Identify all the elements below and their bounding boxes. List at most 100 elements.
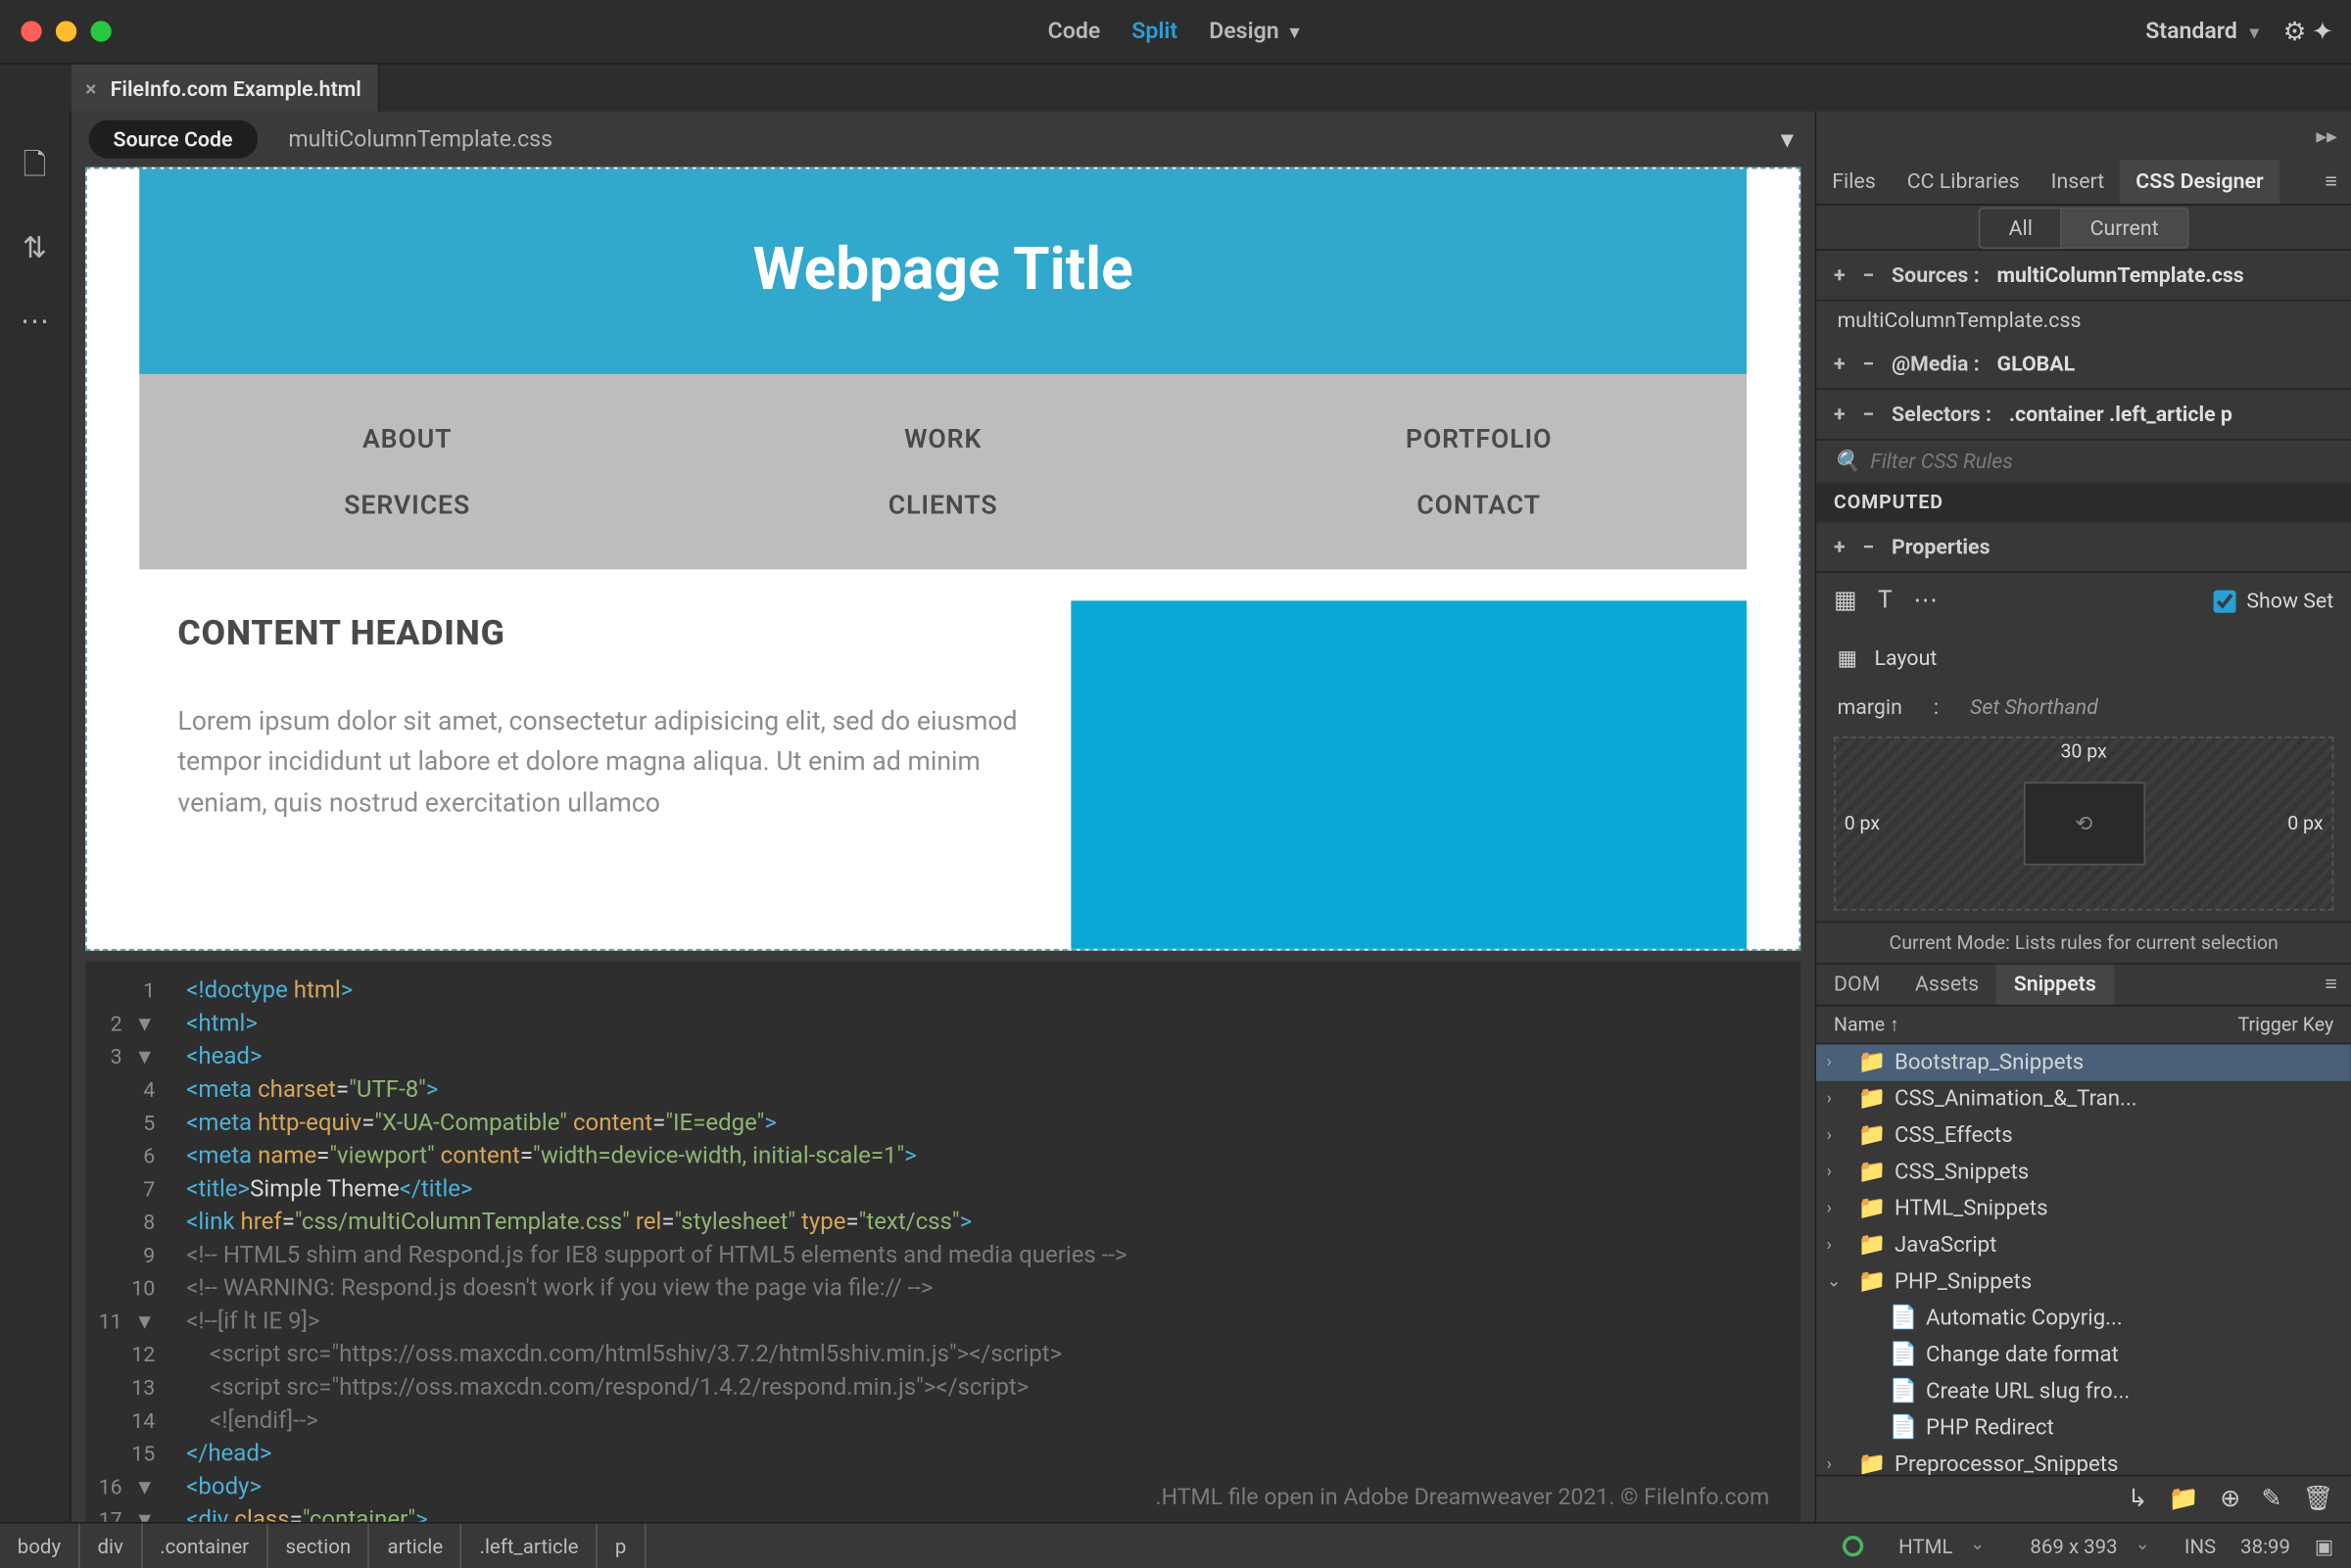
minus-icon[interactable]: − xyxy=(1862,262,1874,287)
zoom-window-icon[interactable] xyxy=(90,21,111,41)
workspace-dropdown[interactable]: Standard ▾ xyxy=(2145,19,2259,45)
layout-icon: ▦ xyxy=(1838,646,1857,671)
link-icon[interactable]: ⟲ xyxy=(2075,811,2092,835)
titlebar: Code Split Design▼ Standard ▾ ⚙✦ xyxy=(0,0,2351,63)
tab-files[interactable]: Files xyxy=(1816,161,1892,204)
search-icon: 🔍 xyxy=(1834,450,1860,474)
text-cat-icon[interactable]: T xyxy=(1878,587,1893,614)
nav-work[interactable]: WORK xyxy=(675,423,1211,454)
panel-tabs: Files CC Libraries Insert CSS Designer ≡ xyxy=(1816,161,2351,206)
snippet-item[interactable]: ›📁JavaScript xyxy=(1816,1227,2351,1263)
tab-css-designer[interactable]: CSS Designer xyxy=(2120,161,2279,204)
subtab-all[interactable]: All xyxy=(1979,207,2062,249)
tab-dom[interactable]: DOM xyxy=(1816,965,1897,1005)
preview-icon[interactable]: ▣ xyxy=(2315,1533,2333,1557)
live-preview[interactable]: Webpage Title ABOUT WORK PORTFOLIO SERVI… xyxy=(85,167,1800,951)
layout-cat-icon[interactable]: ▦ xyxy=(1834,587,1857,614)
edit-snippet-icon[interactable]: ✎ xyxy=(2261,1485,2281,1512)
source-code-pill[interactable]: Source Code xyxy=(89,120,258,159)
snippet-columns: Name ↑ Trigger Key xyxy=(1816,1007,2351,1045)
view-mode-switcher: Code Split Design▼ xyxy=(1048,19,1304,45)
show-set-toggle[interactable]: Show Set xyxy=(2214,589,2334,613)
snippet-item[interactable]: 📄Automatic Copyrig... xyxy=(1816,1301,2351,1337)
snippet-item[interactable]: ⌄📁PHP_Snippets xyxy=(1816,1264,2351,1301)
nav-clients[interactable]: CLIENTS xyxy=(675,490,1211,521)
more-cat-icon[interactable]: ⋯ xyxy=(1913,587,1938,614)
subtab-current[interactable]: Current xyxy=(2062,207,2188,249)
tab-assets[interactable]: Assets xyxy=(1897,965,1996,1005)
nav-contact[interactable]: CONTACT xyxy=(1211,490,1747,521)
close-tab-icon[interactable]: × xyxy=(85,75,96,100)
document-tabs: × FileInfo.com Example.html xyxy=(0,63,2351,112)
panel-menu-icon[interactable]: ≡ xyxy=(2308,965,2351,1005)
crumb[interactable]: div xyxy=(80,1523,143,1568)
lang-select[interactable]: HTML ⌄ xyxy=(1888,1533,1994,1557)
crumb[interactable]: article xyxy=(370,1523,462,1568)
filter-icon[interactable]: ▾ xyxy=(1781,123,1794,155)
snippet-item[interactable]: ›📁Bootstrap_Snippets xyxy=(1816,1045,2351,1081)
selectors-section[interactable]: +− Selectors : .container .left_article … xyxy=(1816,390,2351,441)
view-design[interactable]: Design▼ xyxy=(1209,19,1303,45)
snippet-item[interactable]: ›📁HTML_Snippets xyxy=(1816,1191,2351,1227)
plus-icon[interactable]: + xyxy=(1834,262,1846,287)
box-model[interactable]: 30 px 0 px 0 px ⟲ xyxy=(1834,736,2333,911)
snippet-item[interactable]: ›📁Preprocessor_Snippets xyxy=(1816,1447,2351,1474)
media-section[interactable]: +− @Media : GLOBAL xyxy=(1816,340,2351,391)
panel-menu-icon[interactable]: ≡ xyxy=(2309,161,2351,204)
crumb[interactable]: section xyxy=(268,1523,370,1568)
more-icon[interactable]: ⋯ xyxy=(20,305,49,340)
properties-section[interactable]: +− Properties xyxy=(1816,522,2351,573)
file-tab[interactable]: × FileInfo.com Example.html xyxy=(72,65,380,112)
new-snippet-icon[interactable]: ⊕ xyxy=(2220,1485,2240,1512)
col-trigger[interactable]: Trigger Key xyxy=(2238,1014,2334,1036)
cursor-pos: 38:99 xyxy=(2240,1533,2290,1557)
related-files-bar: Source Code multiColumnTemplate.css ▾ xyxy=(72,112,1815,167)
col-name[interactable]: Name ↑ xyxy=(1834,1014,2238,1036)
crumb[interactable]: body xyxy=(0,1523,80,1568)
code-editor[interactable]: 12 ▼3 ▼4567891011 ▼1213141516 ▼17 ▼ <!do… xyxy=(85,961,1800,1521)
collapse-icon[interactable]: ▸▸ xyxy=(2316,123,2336,148)
minimize-window-icon[interactable] xyxy=(56,21,76,41)
crumb[interactable]: .left_article xyxy=(462,1523,598,1568)
status-ok-icon[interactable] xyxy=(1843,1535,1863,1555)
snippet-list: ›📁Bootstrap_Snippets›📁CSS_Animation_&_Tr… xyxy=(1816,1045,2351,1475)
tab-insert[interactable]: Insert xyxy=(2036,161,2121,204)
delete-snippet-icon[interactable]: 🗑 xyxy=(2303,1485,2334,1512)
snippet-item[interactable]: ›📁CSS_Animation_&_Tran... xyxy=(1816,1081,2351,1117)
snippet-item[interactable]: ›📁CSS_Snippets xyxy=(1816,1155,2351,1191)
margin-property[interactable]: margin: Set Shorthand xyxy=(1816,688,2351,726)
snippet-item[interactable]: 📄Create URL slug fro... xyxy=(1816,1374,2351,1410)
tab-cc-libraries[interactable]: CC Libraries xyxy=(1892,161,2036,204)
view-code[interactable]: Code xyxy=(1048,19,1101,45)
snippet-item[interactable]: 📄PHP Redirect xyxy=(1816,1410,2351,1447)
related-css-link[interactable]: multiColumnTemplate.css xyxy=(288,126,552,153)
status-bar: body div .container section article .lef… xyxy=(0,1522,2351,1567)
new-folder-icon[interactable]: 📁 xyxy=(2169,1485,2199,1512)
nav-portfolio[interactable]: PORTFOLIO xyxy=(1211,423,1747,454)
view-split[interactable]: Split xyxy=(1131,19,1177,45)
filter-css-input[interactable]: 🔍 Filter CSS Rules xyxy=(1816,441,2351,483)
lower-panel-tabs: DOM Assets Snippets ≡ xyxy=(1816,965,2351,1007)
computed-label[interactable]: COMPUTED xyxy=(1816,482,2351,522)
crumb[interactable]: .container xyxy=(142,1523,267,1568)
insert-snippet-icon[interactable]: ↳ xyxy=(2128,1485,2148,1512)
layout-section: ▦ Layout xyxy=(1816,629,2351,688)
snippet-item[interactable]: ›📁CSS_Effects xyxy=(1816,1117,2351,1154)
crumb[interactable]: p xyxy=(598,1523,646,1568)
gear-icon[interactable]: ⚙ xyxy=(2283,16,2307,47)
watermark: .HTML file open in Adobe Dreamweaver 202… xyxy=(1156,1485,1770,1511)
nav-about[interactable]: ABOUT xyxy=(139,423,675,454)
document-icon[interactable]: 🗋 xyxy=(23,143,46,194)
sync-icon[interactable]: ✦ xyxy=(2312,16,2333,47)
preview-sidebar xyxy=(1072,569,1747,949)
tab-snippets[interactable]: Snippets xyxy=(1996,965,2114,1005)
dims-select[interactable]: 869 x 393 ⌄ xyxy=(2020,1533,2160,1557)
close-window-icon[interactable] xyxy=(21,21,41,41)
source-item[interactable]: multiColumnTemplate.css xyxy=(1816,302,2351,340)
snippet-item[interactable]: 📄Change date format xyxy=(1816,1337,2351,1373)
nav-services[interactable]: SERVICES xyxy=(139,490,675,521)
manage-sites-icon[interactable]: ⇅ xyxy=(23,231,47,266)
ins-mode[interactable]: INS xyxy=(2184,1533,2216,1557)
page-title: Webpage Title xyxy=(139,235,1747,305)
sources-section[interactable]: +− Sources : multiColumnTemplate.css xyxy=(1816,251,2351,302)
